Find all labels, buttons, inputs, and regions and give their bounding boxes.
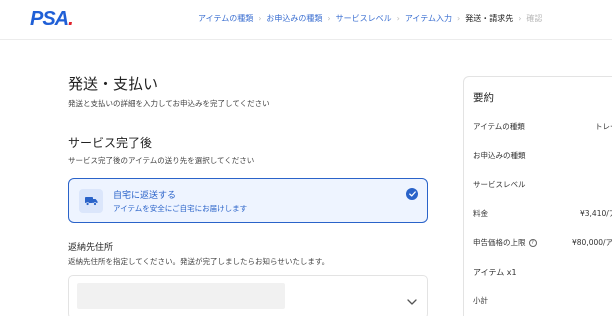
address-placeholder	[77, 283, 285, 309]
return-address-select[interactable]	[68, 275, 428, 316]
step-separator: ›	[258, 14, 262, 23]
step-confirm: 確認	[526, 14, 543, 23]
summary-row-item-type: アイテムの種類	[473, 121, 612, 132]
option-description: アイテムを安全にご自宅にお届けします	[113, 204, 248, 213]
progress-steps: アイテムの種類 › お申込みの種類 › サービスレベル › アイテム入力 › 発…	[198, 13, 542, 24]
step-separator: ›	[457, 14, 461, 23]
step-service-level[interactable]: サービスレベル	[336, 13, 392, 24]
summary-row-item-count: アイテム x1	[473, 267, 612, 278]
logo-dot: .	[68, 8, 73, 30]
summary-label: アイテム x1	[473, 268, 517, 277]
step-separator: ›	[396, 14, 400, 23]
summary-value: トレー	[595, 122, 612, 131]
summary-row-service-level: サービスレベル	[473, 179, 612, 190]
summary-title: 要約	[473, 92, 494, 104]
summary-label: 料金	[473, 209, 488, 218]
return-address-title: 返納先住所	[68, 243, 114, 253]
page-subtitle: 発送と支払いの詳細を入力してお申込みを完了してください	[68, 99, 270, 108]
summary-row-subtotal: 小計	[473, 295, 612, 306]
logo-text: PSA	[30, 8, 69, 30]
summary-label: お申込みの種類	[473, 151, 526, 160]
info-icon[interactable]: ?	[528, 239, 537, 247]
return-home-option[interactable]: 自宅に返送する アイテムを安全にご自宅にお届けします	[68, 178, 428, 223]
summary-label: 申告価格の上限	[473, 238, 526, 247]
return-address-subtitle: 返納先住所を指定してください。発送が完了しましたらお知らせいたします。	[68, 257, 330, 266]
chevron-down-icon	[407, 290, 417, 309]
step-separator: ›	[518, 14, 522, 23]
completion-section-subtitle: サービス完了後のアイテムの送り先を選択してください	[68, 156, 255, 165]
summary-row-submission-type: お申込みの種類	[473, 150, 612, 161]
summary-value: ¥80,000/ア	[572, 238, 612, 247]
order-summary-panel: 要約 アイテムの種類 トレー お申込みの種類 サービスレベル 料金 ¥3,410…	[463, 76, 612, 316]
option-title: 自宅に返送する	[113, 191, 177, 201]
step-item-type[interactable]: アイテムの種類	[198, 13, 253, 24]
step-separator: ›	[327, 14, 331, 23]
psa-logo[interactable]: PSA.	[30, 8, 74, 31]
step-shipping-billing: 発送・請求先	[465, 14, 514, 23]
summary-label: 小計	[473, 296, 488, 305]
step-submission-type[interactable]: お申込みの種類	[266, 13, 322, 24]
truck-icon	[79, 189, 103, 213]
check-circle-icon	[406, 188, 418, 200]
completion-section-title: サービス完了後	[68, 136, 153, 150]
page-title: 発送・支払い	[68, 75, 159, 93]
step-item-entry[interactable]: アイテム入力	[405, 13, 452, 24]
summary-value: ¥3,410/ア	[580, 209, 612, 218]
summary-label: サービスレベル	[473, 180, 526, 189]
summary-label: アイテムの種類	[473, 122, 525, 131]
top-header: PSA. アイテムの種類 › お申込みの種類 › サービスレベル › アイテム入…	[0, 0, 612, 40]
